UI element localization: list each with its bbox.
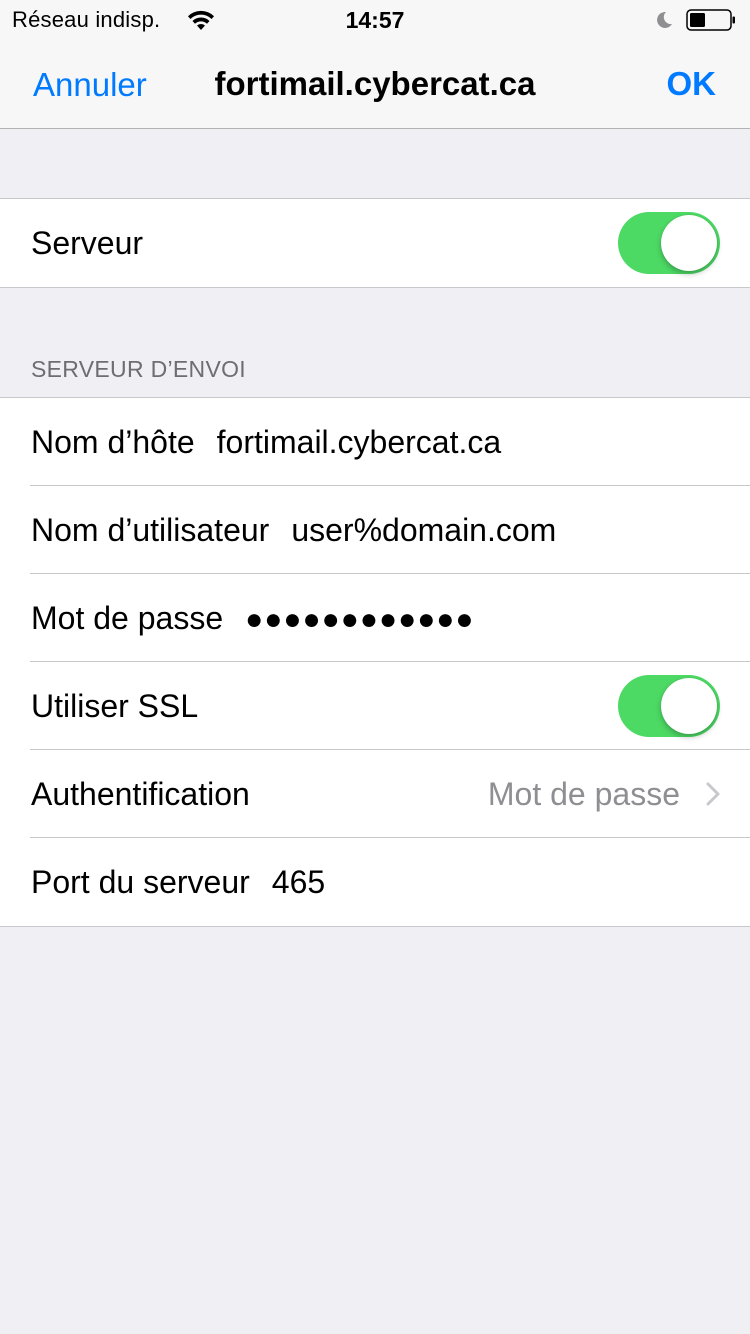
ok-button[interactable]: OK (667, 65, 717, 103)
navigation-bar: Annuler fortimail.cybercat.ca OK (0, 40, 750, 129)
server-group: Serveur (0, 198, 750, 288)
server-row: Serveur (0, 199, 750, 287)
chevron-right-icon (706, 782, 720, 806)
status-bar: Réseau indisp. 14:57 (0, 0, 750, 40)
authentication-label: Authentification (31, 776, 250, 812)
username-value[interactable]: user%domain.com (291, 512, 556, 548)
hostname-row[interactable]: Nom d’hôte fortimail.cybercat.ca (0, 398, 750, 486)
moon-icon (657, 11, 672, 28)
authentication-row[interactable]: Authentification Mot de passe (0, 750, 750, 838)
ssl-row: Utiliser SSL (0, 662, 750, 750)
status-time: 14:57 (345, 7, 405, 33)
server-port-row[interactable]: Port du serveur 465 (0, 838, 750, 926)
page-title: fortimail.cybercat.ca (214, 65, 536, 102)
server-label: Serveur (31, 225, 144, 261)
ssl-toggle[interactable] (618, 675, 720, 737)
username-row[interactable]: Nom d’utilisateur user%domain.com (0, 486, 750, 574)
section-header-outgoing: SERVEUR D’ENVOI (31, 356, 246, 382)
server-port-value[interactable]: 465 (272, 864, 325, 900)
hostname-value[interactable]: fortimail.cybercat.ca (217, 424, 502, 460)
password-row[interactable]: Mot de passe ●●●●●●●●●●●● (0, 574, 750, 662)
username-label: Nom d’utilisateur (31, 512, 270, 548)
outgoing-server-group: Nom d’hôte fortimail.cybercat.ca Nom d’ut… (0, 397, 750, 927)
password-label: Mot de passe (31, 600, 224, 636)
toggle-knob (661, 215, 717, 271)
hostname-label: Nom d’hôte (31, 424, 195, 460)
password-field[interactable]: ●●●●●●●●●●●● (245, 603, 474, 636)
authentication-value: Mot de passe (487, 776, 680, 812)
ssl-label: Utiliser SSL (31, 688, 199, 724)
battery-icon (686, 9, 735, 31)
server-toggle[interactable] (618, 212, 720, 274)
server-port-label: Port du serveur (31, 864, 250, 900)
toggle-knob (661, 678, 717, 734)
